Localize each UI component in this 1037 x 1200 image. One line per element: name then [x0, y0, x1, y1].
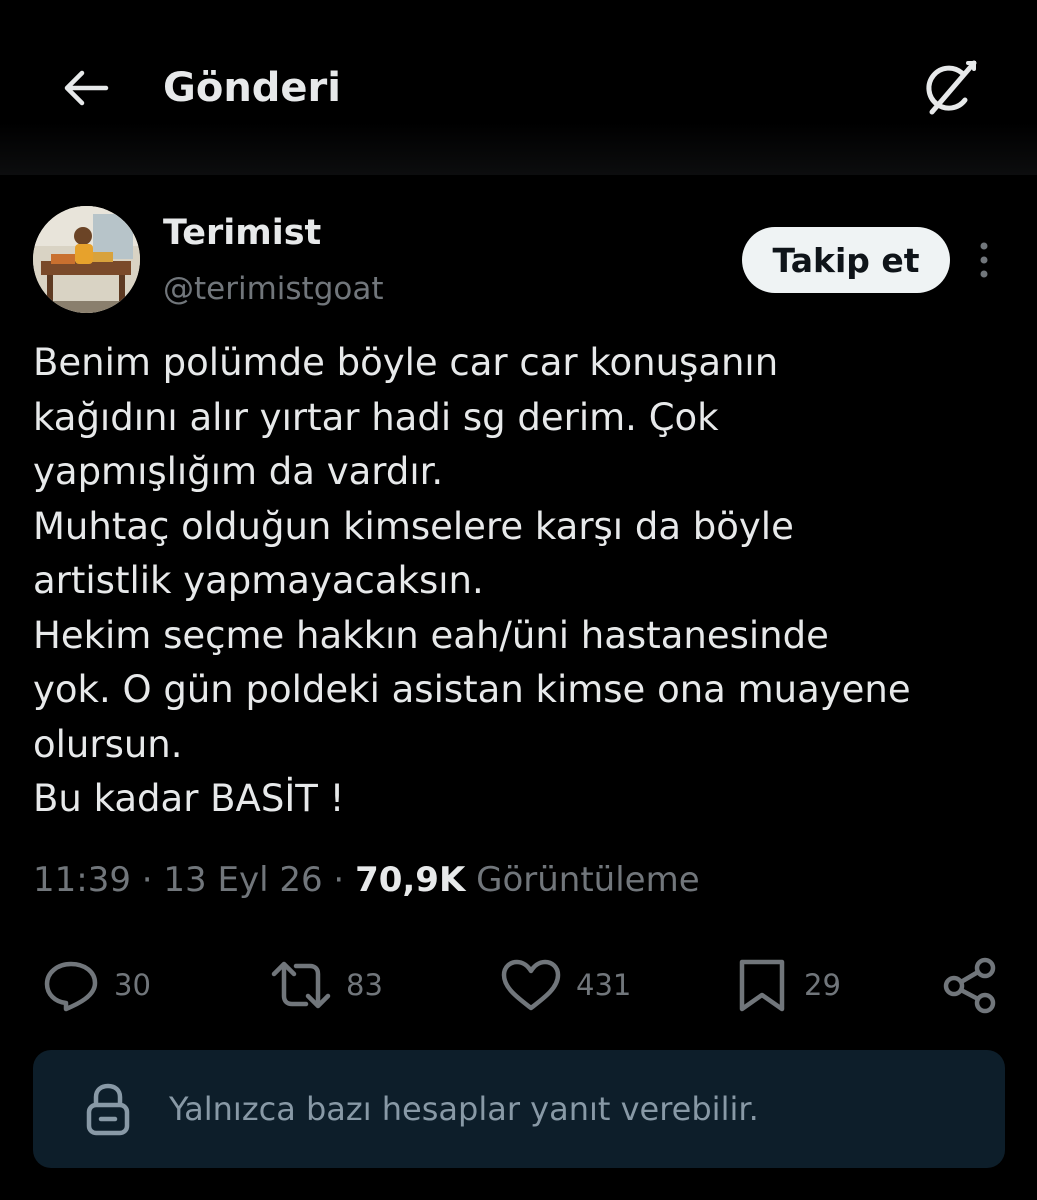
follow-button[interactable]: Takip et: [742, 227, 950, 293]
tweet-line: Muhtaç olduğun kimselere karşı da böyle: [33, 504, 794, 548]
more-vertical-icon: [980, 242, 988, 278]
bookmark-icon: [739, 959, 785, 1012]
arrow-left-icon: [64, 70, 109, 106]
bookmark-button[interactable]: 29: [734, 955, 841, 1015]
heart-icon: [501, 959, 561, 1011]
tweet-line: yok. O gün poldeki asistan kimse ona mua…: [33, 668, 911, 711]
tweet-line: olursun.: [33, 722, 183, 766]
tweet-line: yapmışlığım da vardır.: [33, 450, 444, 493]
views-label: Görüntüleme: [476, 860, 700, 900]
grok-icon: [926, 60, 977, 115]
avatar[interactable]: [33, 206, 140, 313]
grok-button[interactable]: [916, 56, 984, 120]
share-icon: [943, 957, 996, 1014]
tweet-line: kağıdını alır yırtar hadi sg derim. Çok: [33, 395, 719, 439]
repost-icon: [271, 961, 331, 1009]
reply-restriction-banner: Yalnızca bazı hesaplar yanıt verebilir.: [33, 1050, 1005, 1168]
author-name[interactable]: Terimist: [163, 210, 321, 256]
bookmark-count: 29: [804, 968, 841, 1002]
view-count[interactable]: 70,9K: [355, 860, 465, 900]
author-handle[interactable]: @terimistgoat: [163, 268, 384, 310]
repost-button[interactable]: 83: [270, 955, 383, 1015]
more-options-button[interactable]: [966, 236, 1002, 284]
reply-button[interactable]: 30: [42, 955, 151, 1015]
tweet-line: Hekim seçme hakkın eah/üni hastanesinde: [33, 613, 829, 657]
top-bar: Gönderi: [0, 0, 1037, 175]
tweet-line: Bu kadar BASİT !: [33, 777, 345, 820]
like-button[interactable]: 431: [500, 955, 631, 1015]
tweet-date[interactable]: 13 Eyl 26: [163, 860, 322, 900]
lock-icon: [86, 1083, 130, 1136]
back-button[interactable]: [58, 62, 114, 114]
tweet-line: artistlik yapmayacaksın.: [33, 559, 484, 602]
avatar-photo: [33, 206, 140, 313]
share-button[interactable]: [940, 955, 1000, 1015]
tweet-time[interactable]: 11:39: [33, 860, 131, 900]
tweet-line: Benim polümde böyle car car konuşanın: [33, 341, 779, 384]
reply-restriction-text: Yalnızca bazı hesaplar yanıt verebilir.: [169, 1090, 759, 1128]
tweet-text: Benim polümde böyle car car konuşanın ka…: [33, 336, 1018, 827]
meta-separator: ·: [322, 860, 356, 900]
reply-count: 30: [114, 968, 151, 1002]
page-title: Gönderi: [163, 65, 341, 111]
reply-icon: [44, 961, 98, 1012]
meta-separator: ·: [130, 860, 164, 900]
repost-count: 83: [346, 968, 383, 1002]
like-count: 431: [576, 968, 632, 1002]
tweet-meta: 11:39 · 13 Eyl 26 · 70,9K Görüntüleme: [33, 856, 700, 904]
